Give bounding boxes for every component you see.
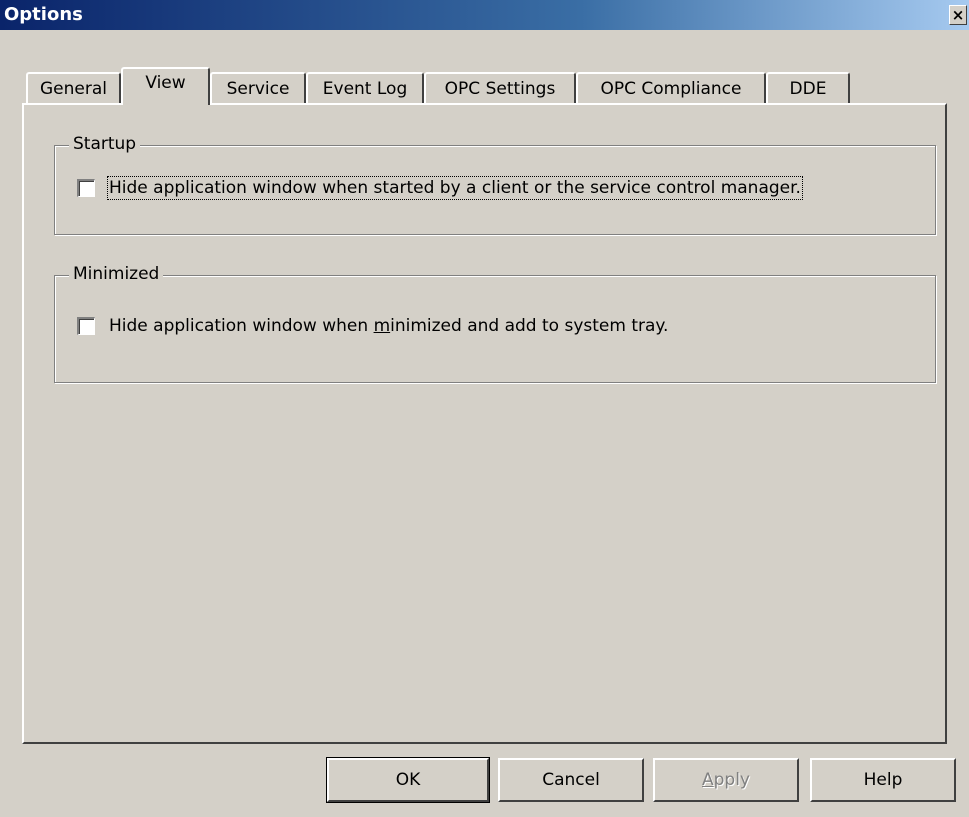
label-part: inimized and add to system tray. <box>390 316 669 336</box>
accelerator-key: m <box>373 316 391 336</box>
tab-dde[interactable]: DDE <box>766 72 850 104</box>
close-button[interactable]: × <box>949 5 967 25</box>
close-icon: × <box>951 5 965 24</box>
hide-on-start-label[interactable]: Hide application window when started by … <box>107 176 803 200</box>
tab-label: Event Log <box>322 79 408 99</box>
tab-label: OPC Settings <box>444 79 556 99</box>
cancel-button[interactable]: Cancel <box>498 758 644 802</box>
hide-on-minimize-checkbox[interactable] <box>77 317 95 335</box>
title-bar[interactable]: Options × <box>0 0 969 30</box>
tab-label: General <box>40 79 107 99</box>
startup-group-label: Startup <box>69 134 141 154</box>
help-button[interactable]: Help <box>810 758 956 802</box>
tab-label: DDE <box>789 79 827 99</box>
help-label: Help <box>863 770 903 790</box>
ok-label: OK <box>395 770 421 790</box>
minimized-group-label: Minimized <box>69 264 164 284</box>
tab-label: Service <box>226 79 290 99</box>
hide-on-start-checkbox[interactable] <box>77 179 95 197</box>
tab-label: OPC Compliance <box>600 79 742 99</box>
tab-service[interactable]: Service <box>210 72 306 104</box>
tab-view[interactable]: View <box>121 67 210 105</box>
minimized-groupbox: Minimized Hide application window when m… <box>54 264 936 383</box>
tab-opc-settings[interactable]: OPC Settings <box>424 72 576 104</box>
label-part: Hide application window when <box>109 316 374 336</box>
ok-button[interactable]: OK <box>326 757 490 803</box>
window-title: Options <box>4 4 83 25</box>
label-part: pply <box>713 770 750 790</box>
hide-on-start-option[interactable]: Hide application window when started by … <box>77 176 803 200</box>
apply-label: Apply <box>702 770 750 790</box>
tab-general[interactable]: General <box>26 72 121 104</box>
cancel-label: Cancel <box>542 770 600 790</box>
hide-on-minimize-label[interactable]: Hide application window when minimized a… <box>109 316 668 336</box>
apply-button[interactable]: Apply <box>653 758 799 802</box>
tab-event-log[interactable]: Event Log <box>306 72 424 104</box>
tab-opc-compliance[interactable]: OPC Compliance <box>576 72 766 104</box>
tab-label: View <box>145 73 186 93</box>
hide-on-minimize-option[interactable]: Hide application window when minimized a… <box>77 316 668 336</box>
tab-panel-view: Startup Hide application window when sta… <box>22 103 947 744</box>
accelerator-key: A <box>701 770 714 790</box>
startup-groupbox: Startup Hide application window when sta… <box>54 134 936 235</box>
